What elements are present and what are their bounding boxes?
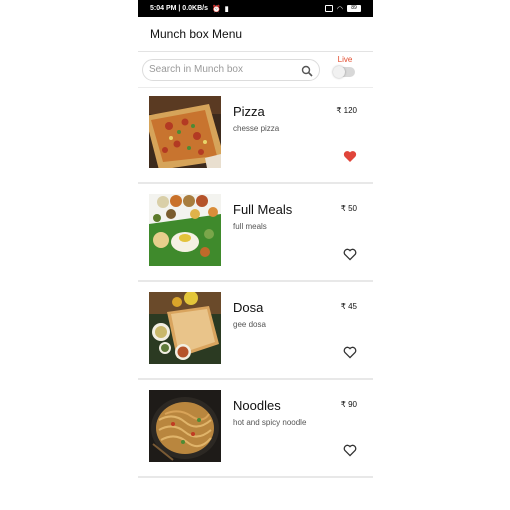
status-time: 5:04 PM | 0.0KB/s — [150, 5, 208, 12]
item-name: Pizza — [233, 104, 265, 119]
pizza-image — [149, 96, 221, 168]
item-price: ₹ 45 — [340, 302, 357, 311]
favorite-outline-icon[interactable] — [343, 346, 357, 359]
favorite-outline-icon[interactable] — [343, 444, 357, 457]
lock-icon: ▮ — [224, 5, 229, 13]
favorite-heart-icon[interactable] — [343, 150, 357, 163]
status-bar: 5:04 PM | 0.0KB/s ⏰ ▮ ◠ 89 — [138, 0, 373, 17]
dosa-image — [149, 292, 221, 364]
phone-screen: 5:04 PM | 0.0KB/s ⏰ ▮ ◠ 89 Munch box Men… — [138, 0, 373, 510]
menu-list: Pizza chesse pizza ₹ 120 Full Meals full… — [138, 88, 373, 480]
noodles-image — [149, 390, 221, 462]
item-description: hot and spicy noodle — [233, 418, 307, 427]
full-meals-image — [149, 194, 221, 266]
list-item[interactable]: Dosa gee dosa ₹ 45 — [138, 284, 373, 380]
item-description: full meals — [233, 222, 267, 231]
item-price: ₹ 120 — [336, 106, 357, 115]
live-toggle[interactable] — [333, 66, 355, 78]
item-name: Full Meals — [233, 202, 293, 217]
wifi-icon: ◠ — [336, 5, 343, 13]
app-bar: Munch box Menu — [138, 17, 373, 52]
page-title: Munch box Menu — [150, 27, 243, 41]
search-icon[interactable] — [301, 64, 313, 77]
item-name: Noodles — [233, 398, 281, 413]
item-description: gee dosa — [233, 320, 266, 329]
list-item[interactable]: Pizza chesse pizza ₹ 120 — [138, 88, 373, 184]
battery-icon: 89 — [347, 5, 361, 12]
status-left: 5:04 PM | 0.0KB/s ⏰ ▮ — [150, 5, 229, 13]
item-price: ₹ 50 — [340, 204, 357, 213]
search-placeholder: Search in Munch box — [149, 64, 243, 75]
toggle-knob[interactable] — [333, 66, 345, 78]
favorite-outline-icon[interactable] — [343, 248, 357, 261]
search-row: Search in Munch box Live — [138, 52, 373, 88]
search-input[interactable]: Search in Munch box — [142, 58, 320, 81]
status-right: ◠ 89 — [324, 5, 361, 13]
sim-icon — [324, 5, 333, 12]
live-toggle-group: Live — [333, 55, 355, 78]
item-price: ₹ 90 — [340, 400, 357, 409]
live-label: Live — [337, 55, 353, 64]
item-description: chesse pizza — [233, 124, 280, 133]
item-name: Dosa — [233, 300, 264, 315]
alarm-icon: ⏰ — [211, 5, 221, 13]
list-item[interactable]: Noodles hot and spicy noodle ₹ 90 — [138, 382, 373, 478]
list-item[interactable]: Full Meals full meals ₹ 50 — [138, 186, 373, 282]
